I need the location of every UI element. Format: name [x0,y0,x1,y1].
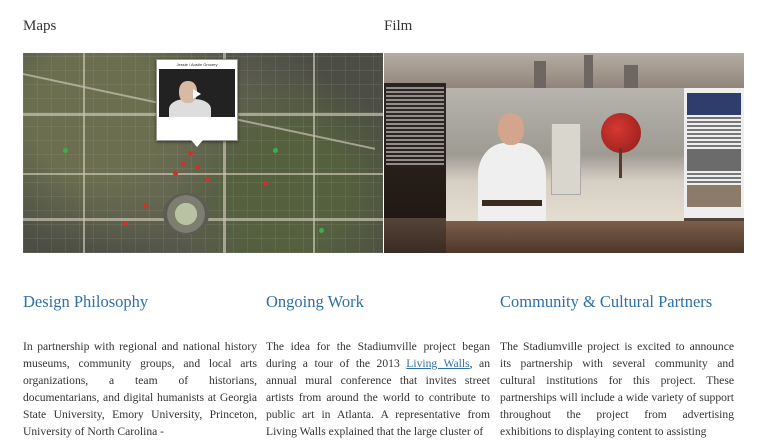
popup-video-player[interactable] [159,69,235,117]
film-bottom-strip [446,221,744,253]
popup-pointer [191,140,203,147]
ongoing-work-text: The idea for the Stadiumville project be… [266,338,490,440]
design-philosophy-text: In partnership with regional and nationa… [23,340,257,438]
play-icon[interactable] [193,89,201,99]
map-marker-icon[interactable] [143,203,148,208]
newspaper-clipping [684,88,744,218]
skyline-building [534,61,546,91]
interviewee-head [498,113,524,145]
map-marker-icon[interactable] [319,228,324,233]
map-marker-icon[interactable] [181,161,186,166]
film-still [446,88,684,221]
skyline-building [584,55,593,91]
map-road [23,173,383,175]
film-collage[interactable] [384,53,744,253]
maps-section-label: Maps [23,18,57,34]
community-partners-text: The Stadiumville project is excited to a… [500,340,734,438]
map-marker-icon[interactable] [263,181,268,186]
map-road [313,53,315,253]
map-popup-title: Jessie / Austin Grocery [176,62,218,67]
map-marker-icon[interactable] [205,177,210,182]
film-section-label: Film [384,18,413,34]
community-partners-column: Community & Cultural Partners The Stadiu… [500,292,734,440]
interactive-map[interactable]: Jessie / Austin Grocery [23,53,383,253]
film-text-panel [384,83,446,218]
living-walls-link[interactable]: Living Walls [406,357,469,370]
map-popup[interactable]: Jessie / Austin Grocery [156,59,238,147]
stadium-aerial [163,193,209,235]
map-marker-icon[interactable] [273,148,278,153]
red-tree [601,113,641,153]
tree-trunk [619,148,622,178]
design-philosophy-heading[interactable]: Design Philosophy [23,292,257,312]
design-philosophy-column: Design Philosophy In partnership with re… [23,292,257,440]
monument [551,123,581,195]
map-marker-icon[interactable] [195,165,200,170]
map-marker-icon[interactable] [173,171,178,176]
interviewee-body [478,143,546,221]
ongoing-work-column: Ongoing Work The idea for the Stadiumvil… [266,292,490,440]
community-partners-heading[interactable]: Community & Cultural Partners [500,292,734,312]
map-marker-icon[interactable] [188,151,193,156]
map-road [83,53,85,253]
map-marker-icon[interactable] [123,221,128,226]
ongoing-work-heading[interactable]: Ongoing Work [266,292,490,312]
map-marker-icon[interactable] [63,148,68,153]
interviewee-belt [482,200,542,206]
